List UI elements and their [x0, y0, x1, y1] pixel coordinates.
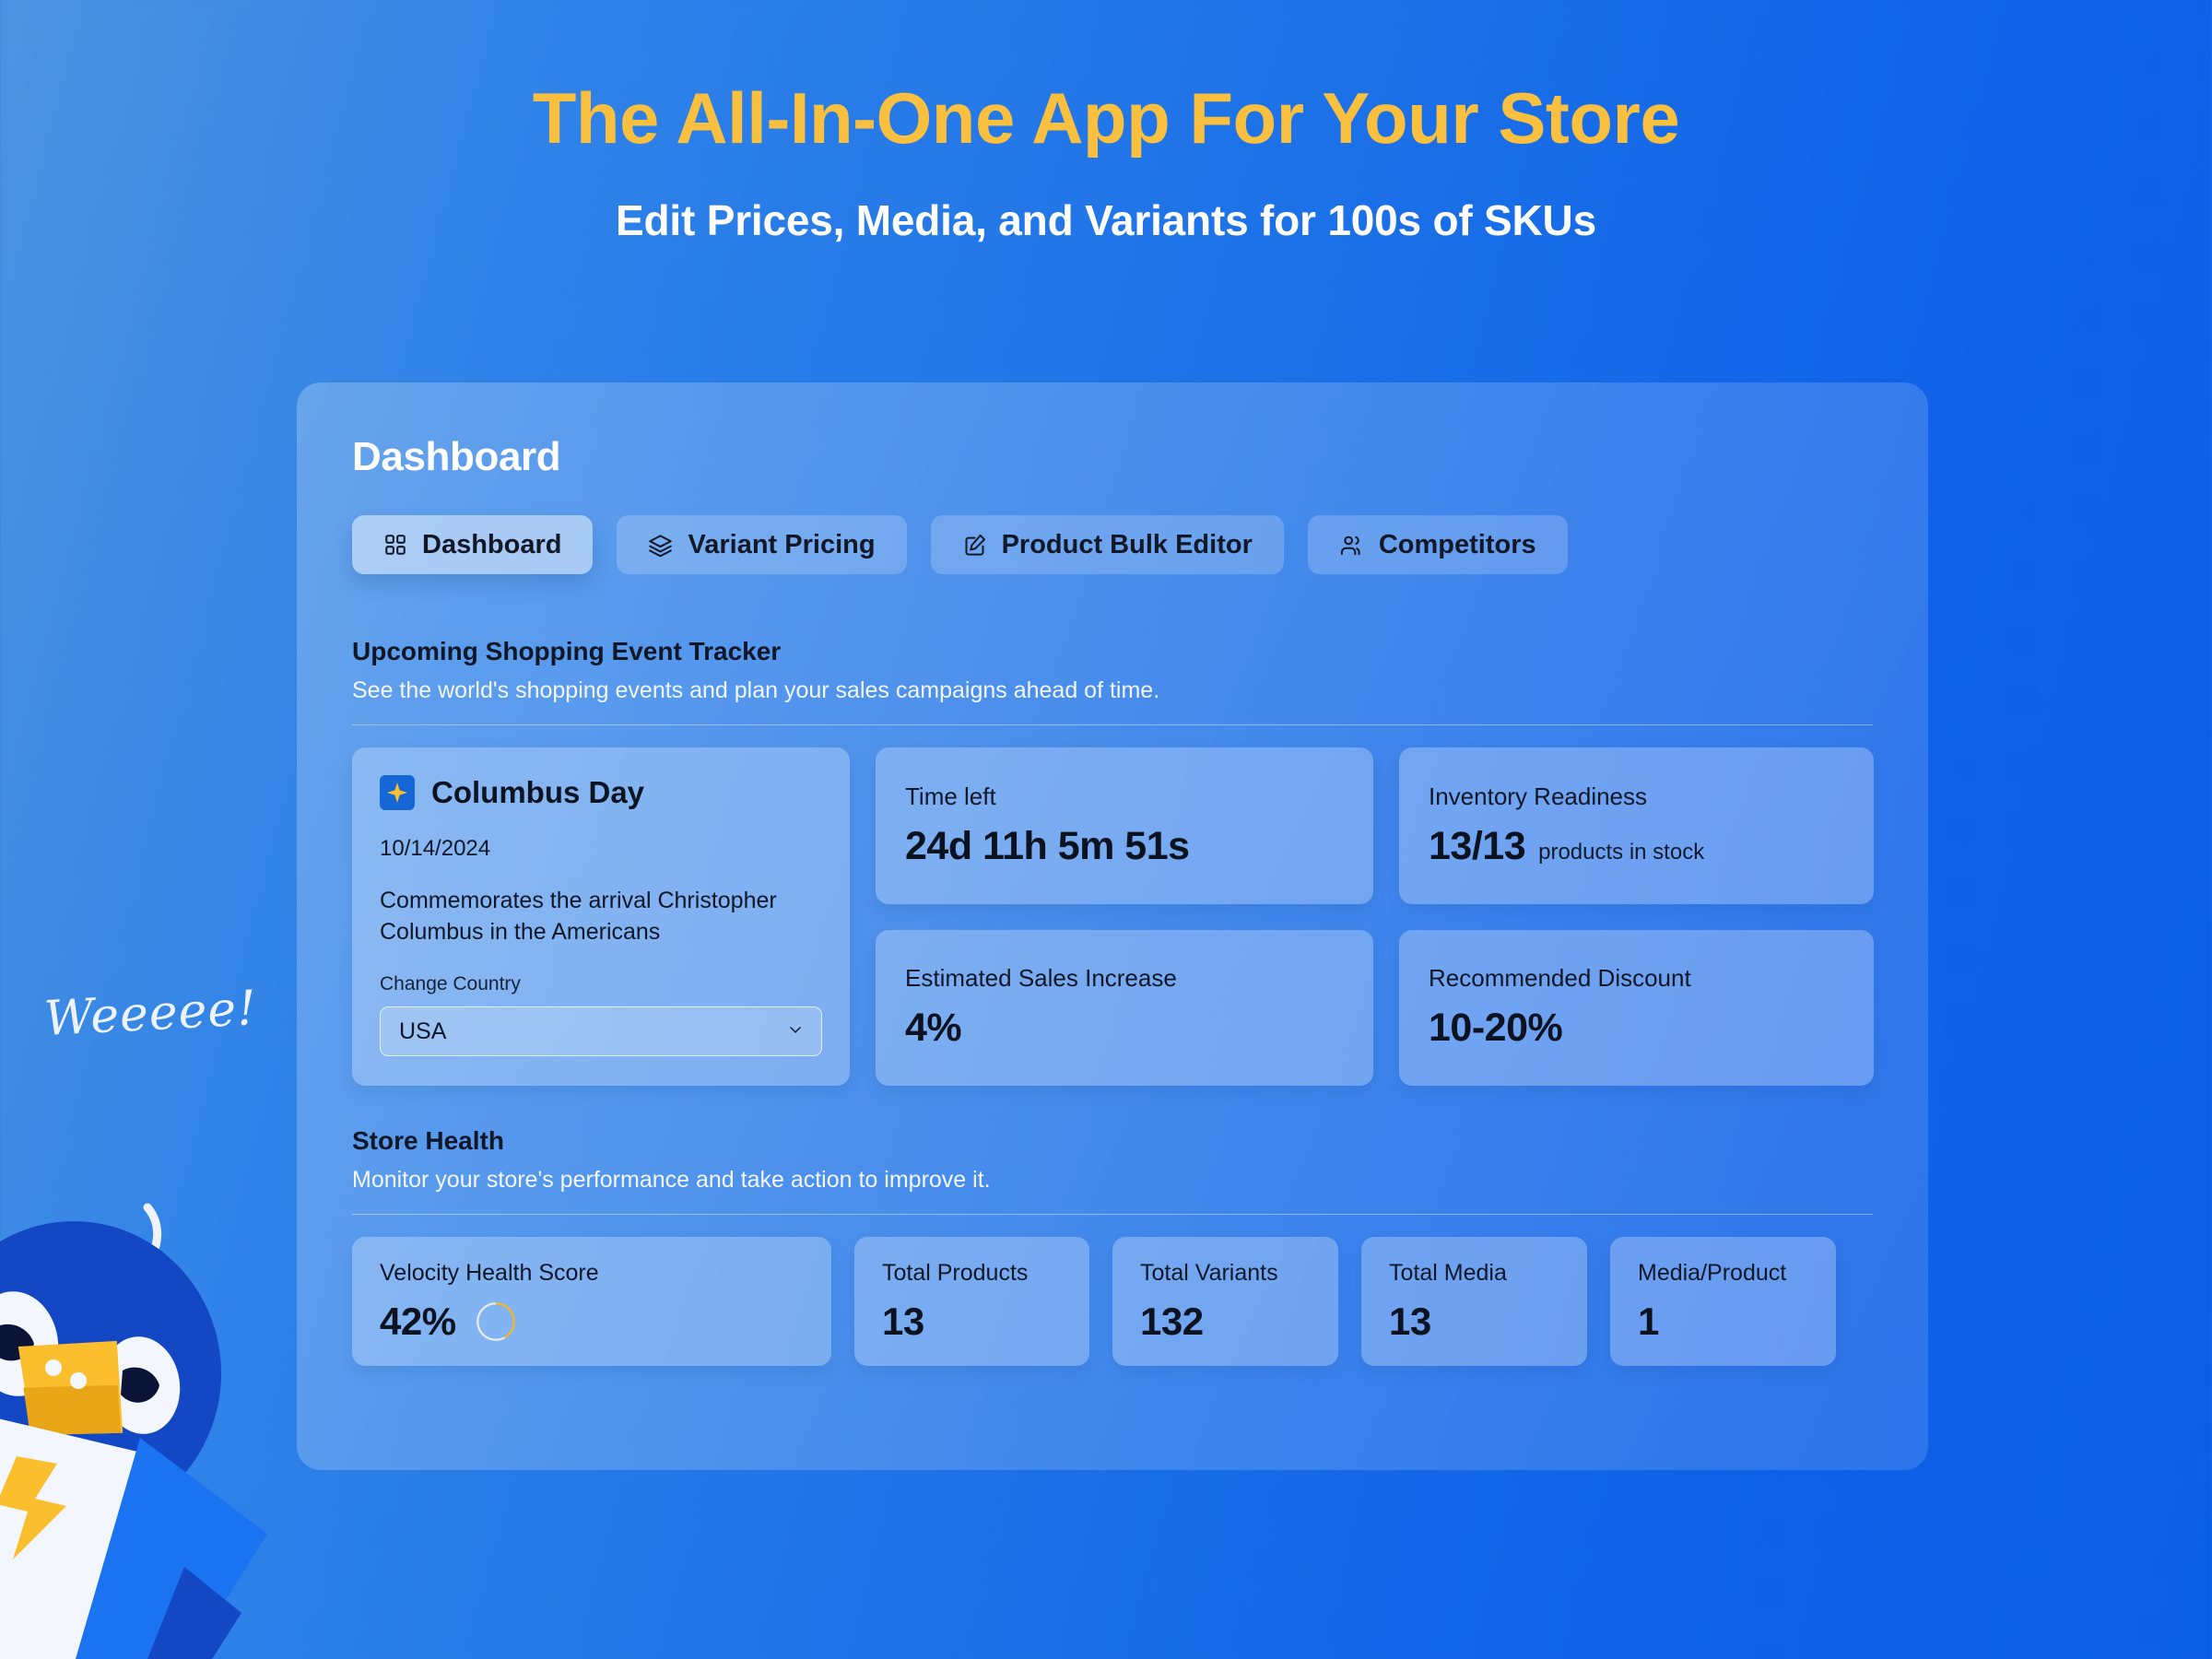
health-card-total-media: Total Media 13	[1361, 1237, 1587, 1366]
event-description: Commemorates the arrival Christopher Col…	[380, 888, 777, 945]
grid-icon	[383, 533, 407, 557]
country-select-value: USA	[399, 1018, 447, 1044]
stat-value: 4%	[905, 1006, 962, 1051]
stat-value: 24d 11h 5m 51s	[905, 823, 1190, 868]
event-name: Columbus Day	[431, 775, 645, 809]
health-value: 13	[1389, 1299, 1431, 1343]
health-card-media-per-product: Media/Product 1	[1610, 1237, 1836, 1366]
page-title: Dashboard	[352, 434, 561, 479]
health-label: Total Variants	[1140, 1259, 1278, 1286]
stat-label: Inventory Readiness	[1429, 782, 1648, 810]
health-label: Total Products	[882, 1259, 1029, 1286]
hero-subtitle: Edit Prices, Media, and Variants for 100…	[616, 195, 1596, 244]
health-value: 13	[882, 1299, 924, 1343]
health-section-header: Store Health Monitor your store's perfor…	[352, 1126, 1873, 1215]
stat-card-time-left: Time left 24d 11h 5m 51s	[876, 747, 1373, 904]
health-value: 1	[1638, 1299, 1659, 1343]
tab-product-bulk-editor[interactable]: Product Bulk Editor	[930, 515, 1284, 574]
stat-label: Estimated Sales Increase	[905, 964, 1177, 993]
health-grid: Velocity Health Score 42% Total Products…	[352, 1237, 1873, 1366]
tab-product-bulk-editor-label: Product Bulk Editor	[1001, 529, 1253, 559]
stat-label: Recommended Discount	[1429, 964, 1691, 993]
stat-suffix: products in stock	[1538, 839, 1705, 865]
event-card-header: Columbus Day	[380, 775, 822, 810]
stat-card-inventory-readiness: Inventory Readiness 13/13 products in st…	[1399, 747, 1874, 904]
event-grid: Columbus Day 10/14/2024 Commemorates the…	[352, 747, 1874, 1086]
layers-icon	[648, 533, 673, 558]
health-value: 42%	[380, 1299, 456, 1343]
progress-ring-icon	[476, 1301, 515, 1341]
health-label: Velocity Health Score	[380, 1259, 599, 1286]
stat-value: 10-20%	[1429, 1006, 1563, 1051]
country-select[interactable]: USA	[380, 1006, 822, 1056]
tab-dashboard[interactable]: Dashboard	[352, 515, 594, 574]
health-label: Media/Product	[1638, 1259, 1787, 1286]
tab-competitors[interactable]: Competitors	[1307, 515, 1568, 574]
stat-card-estimated-sales-increase: Estimated Sales Increase 4%	[876, 929, 1373, 1086]
tab-variant-pricing-label: Variant Pricing	[688, 529, 876, 559]
stat-label: Time left	[905, 782, 996, 810]
health-section-title: Store Health	[352, 1126, 504, 1155]
hero-section: The All-In-One App For Your Store Edit P…	[0, 0, 2212, 245]
mascot-speech-text: Weeeee!	[42, 980, 259, 1048]
health-section-subtitle: Monitor your store's performance and tak…	[352, 1167, 1873, 1215]
tab-bar: Dashboard Variant Pricing Product Bulk E…	[352, 515, 1873, 574]
health-card-velocity-health-score: Velocity Health Score 42%	[352, 1237, 831, 1366]
health-label: Total Media	[1389, 1259, 1507, 1286]
hero-title: The All-In-One App For Your Store	[532, 77, 1680, 159]
tab-variant-pricing[interactable]: Variant Pricing	[617, 515, 907, 574]
sparkle-flag-icon	[380, 775, 415, 810]
event-section-subtitle: See the world's shopping events and plan…	[352, 677, 1873, 725]
event-section-header: Upcoming Shopping Event Tracker See the …	[352, 637, 1873, 725]
stat-card-recommended-discount: Recommended Discount 10-20%	[1399, 929, 1874, 1086]
chevron-down-icon	[786, 1018, 805, 1045]
health-card-total-variants: Total Variants 132	[1112, 1237, 1338, 1366]
edit-square-icon	[962, 533, 987, 558]
event-section-title: Upcoming Shopping Event Tracker	[352, 637, 782, 665]
event-date: 10/14/2024	[380, 836, 491, 861]
tab-dashboard-label: Dashboard	[422, 529, 562, 559]
tab-competitors-label: Competitors	[1378, 529, 1536, 559]
health-card-total-products: Total Products 13	[854, 1237, 1089, 1366]
change-country-label: Change Country	[380, 973, 521, 994]
health-value: 132	[1140, 1299, 1204, 1343]
users-icon	[1339, 533, 1364, 558]
app-panel: Dashboard Dashboard Variant Pricing Prod…	[297, 382, 1928, 1470]
stat-value: 13/13	[1429, 823, 1526, 868]
event-detail-card: Columbus Day 10/14/2024 Commemorates the…	[352, 747, 850, 1086]
